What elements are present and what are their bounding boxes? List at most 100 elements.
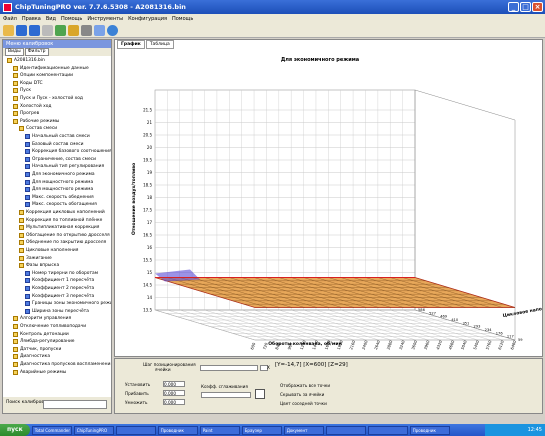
tree-item[interactable]: Номер тирерни по оборотам bbox=[25, 270, 98, 277]
add-label[interactable]: Прибавить bbox=[125, 391, 149, 396]
tree-item[interactable]: Макс. скорость обогащения bbox=[25, 201, 97, 208]
task-item[interactable]: Браузер bbox=[241, 425, 282, 435]
task-item[interactable] bbox=[325, 425, 366, 435]
tree-item[interactable]: Обогащение по открытию дросселя bbox=[19, 232, 110, 239]
tree-item[interactable]: Зажигание bbox=[19, 255, 52, 262]
search-input[interactable] bbox=[43, 400, 107, 409]
option-neighbor-color[interactable]: Цвет соседней точки bbox=[280, 401, 327, 406]
menu-tools[interactable]: Инструменты bbox=[87, 16, 123, 22]
tree-item[interactable]: Для экономичного режима bbox=[25, 171, 95, 178]
save-as-icon[interactable] bbox=[29, 24, 40, 36]
menu-config[interactable]: Конфигурация bbox=[128, 16, 167, 22]
menu-edit[interactable]: Правка bbox=[22, 16, 41, 22]
tree-item[interactable]: Макс. скорость обеднения bbox=[25, 194, 94, 201]
menu-help[interactable]: Помощь bbox=[172, 16, 193, 22]
tree-item[interactable]: Коррекция базового соотношения bbox=[25, 148, 111, 155]
tree-item[interactable]: Коды DTC bbox=[13, 80, 43, 87]
tree-item-label: Фазы впрыска bbox=[26, 263, 60, 269]
tree-item[interactable]: Датчик, пропуски bbox=[13, 346, 61, 353]
close-button[interactable]: × bbox=[532, 2, 543, 12]
minimize-button[interactable]: _ bbox=[508, 2, 519, 12]
apply-smoothing-icon[interactable] bbox=[255, 389, 265, 399]
print-icon[interactable] bbox=[42, 24, 53, 36]
open-folder-icon[interactable] bbox=[3, 24, 14, 36]
tree-item[interactable]: Холостой ход bbox=[13, 103, 51, 110]
x-checkbox-label[interactable]: X bbox=[267, 365, 270, 370]
x-tick-label: 3600 bbox=[410, 339, 418, 350]
tree-item[interactable]: Прогрев bbox=[13, 110, 39, 117]
tree-item[interactable]: Мультипликативная коррекция bbox=[19, 224, 99, 231]
save-icon[interactable] bbox=[16, 24, 27, 36]
tree-item[interactable]: Коррекция по топливной плёнке bbox=[19, 217, 102, 224]
tree-item[interactable]: Диагностика bbox=[13, 353, 50, 360]
task-item[interactable]: ChipTuningPRO bbox=[73, 425, 114, 435]
step-slider[interactable] bbox=[200, 365, 258, 371]
task-item[interactable] bbox=[115, 425, 156, 435]
option-hide-cells[interactable]: Скрывать за ячейки bbox=[280, 392, 324, 397]
table-icon bbox=[25, 134, 30, 139]
tree-item[interactable]: Коэффициент 1 пересчёта bbox=[25, 277, 94, 284]
tree-item[interactable]: Диагностика пропусков воспламенения bbox=[13, 361, 111, 368]
checksum-icon[interactable] bbox=[68, 24, 79, 36]
chart-surface bbox=[154, 269, 516, 308]
tree-item[interactable]: A2081316.bin bbox=[7, 57, 45, 64]
tree-item[interactable]: Границы зоны экономичного режима bbox=[25, 300, 111, 307]
multiply-input[interactable]: 0.000 bbox=[163, 399, 185, 405]
tree-item[interactable]: Рабочие режимы bbox=[13, 118, 59, 125]
tree-item[interactable]: Отключение топливоподачи bbox=[13, 323, 86, 330]
task-item[interactable]: Paint bbox=[199, 425, 240, 435]
task-item[interactable]: Total Commander bbox=[31, 425, 72, 435]
set-input[interactable]: 0.000 bbox=[163, 381, 185, 387]
tree-item[interactable]: Лямбда-регулирование bbox=[13, 338, 75, 345]
tree-item[interactable]: Опции компонентации bbox=[13, 72, 73, 79]
tree-item[interactable]: Ограничение, состав смеси bbox=[25, 156, 96, 163]
compare-icon[interactable] bbox=[55, 24, 66, 36]
tree-item[interactable]: Начальный тип регулирования bbox=[25, 163, 104, 170]
settings-icon[interactable] bbox=[81, 24, 92, 36]
tree-item[interactable]: Начальный состав смеси bbox=[25, 133, 90, 140]
tree-item[interactable]: Коэффициент 3 пересчёта bbox=[25, 293, 94, 300]
tree-item[interactable]: Идентификационные данные bbox=[13, 65, 89, 72]
tab-views[interactable]: Виды bbox=[5, 48, 24, 56]
tree-item[interactable]: Коррекция цикловых наполнений bbox=[19, 209, 105, 216]
menu-help-1[interactable]: Помощь bbox=[61, 16, 82, 22]
task-item[interactable]: Проводник bbox=[157, 425, 198, 435]
tab-table[interactable]: Таблица bbox=[145, 40, 174, 49]
zoom-icon[interactable] bbox=[94, 24, 105, 36]
folder-icon bbox=[13, 339, 18, 345]
tree-item-label: Датчик, пропуски bbox=[20, 346, 62, 352]
tab-filter[interactable]: Фильтр bbox=[24, 48, 49, 56]
tree-item[interactable]: Коэффициент 2 пересчёта bbox=[25, 285, 94, 292]
tree-item[interactable]: Аварийные режимы bbox=[13, 369, 66, 376]
tree-item[interactable]: Для мощностного режима bbox=[25, 186, 93, 193]
set-label[interactable]: Установить bbox=[125, 382, 150, 387]
tree-item[interactable]: Ширина зоны пересчёта bbox=[25, 308, 89, 315]
task-item[interactable]: Проводник bbox=[409, 425, 450, 435]
task-item[interactable] bbox=[367, 425, 408, 435]
tree-item[interactable]: Базовый состав смеси bbox=[25, 141, 83, 148]
calibration-tree[interactable]: A2081316.bin Идентификационные данные Опци… bbox=[3, 57, 111, 397]
tree-item[interactable]: Состав смеси bbox=[19, 125, 57, 132]
add-input[interactable]: 0.000 bbox=[163, 390, 185, 396]
multiply-label[interactable]: Умножить bbox=[125, 400, 147, 405]
y-tick-label: 18.5 bbox=[143, 183, 152, 188]
tree-item[interactable]: Обеднение по закрытию дросселя bbox=[19, 239, 106, 246]
tree-item[interactable]: Пуск bbox=[13, 87, 31, 94]
start-button[interactable]: пуск bbox=[0, 424, 30, 436]
smoothing-slider[interactable] bbox=[201, 392, 251, 398]
tab-graph[interactable]: График bbox=[117, 40, 145, 49]
surface-chart[interactable]: Для экономичного режима Отношение воздух… bbox=[115, 50, 542, 356]
z-tick-label: 586 bbox=[418, 308, 426, 312]
tree-item[interactable]: Пуск и Пуск - холостой ход bbox=[13, 95, 83, 102]
tree-item[interactable]: Цикловые наполнения bbox=[19, 247, 78, 254]
tree-item[interactable]: Для мощностного режима bbox=[25, 179, 93, 186]
help-icon[interactable] bbox=[107, 24, 118, 36]
maximize-button[interactable]: □ bbox=[520, 2, 531, 12]
task-item[interactable]: Документ bbox=[283, 425, 324, 435]
tree-item[interactable]: Контроль детонации bbox=[13, 331, 69, 338]
option-show-all[interactable]: Отображать все точки bbox=[280, 383, 330, 388]
tree-item[interactable]: Алгоритм управления bbox=[13, 315, 71, 322]
menu-view[interactable]: Вид bbox=[46, 16, 56, 22]
tree-item[interactable]: Фазы впрыска bbox=[19, 262, 59, 269]
menu-file[interactable]: Файл bbox=[3, 16, 17, 22]
